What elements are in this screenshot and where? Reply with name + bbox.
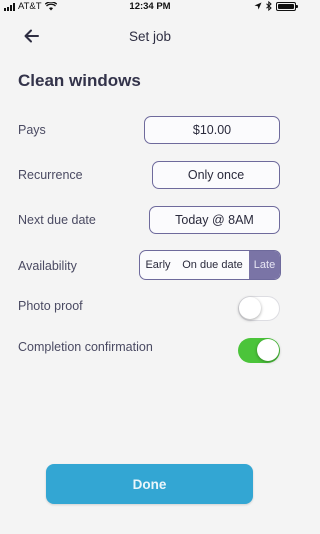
toggle-knob xyxy=(257,339,279,361)
next-due-picker[interactable]: Today @ 8AM xyxy=(149,206,280,234)
availability-option-late[interactable]: Late xyxy=(249,251,280,279)
status-right xyxy=(254,1,298,11)
completion-confirmation-label: Completion confirmation xyxy=(18,340,153,354)
availability-label: Availability xyxy=(18,259,77,273)
recurrence-value: Only once xyxy=(187,168,245,182)
recurrence-label: Recurrence xyxy=(18,168,83,182)
next-due-value: Today @ 8AM xyxy=(175,213,254,227)
toggle-knob xyxy=(239,297,261,319)
photo-proof-toggle[interactable] xyxy=(238,296,280,321)
availability-option-early[interactable]: Early xyxy=(140,251,176,279)
completion-confirmation-toggle[interactable] xyxy=(238,338,280,363)
next-due-label: Next due date xyxy=(18,213,96,227)
done-button[interactable]: Done xyxy=(46,464,253,504)
pays-input[interactable]: $10.00 xyxy=(144,116,280,144)
availability-option-on-due-date[interactable]: On due date xyxy=(176,251,249,279)
availability-segmented-control: Early On due date Late xyxy=(139,250,281,280)
recurrence-select[interactable]: Only once xyxy=(152,161,280,189)
job-title: Clean windows xyxy=(18,71,141,90)
battery-icon xyxy=(276,1,298,11)
page-title: Set job xyxy=(128,29,172,44)
status-bar: AT&T 12:34 PM xyxy=(0,0,300,14)
pays-label: Pays xyxy=(18,123,46,137)
pays-value: $10.00 xyxy=(192,123,232,137)
location-arrow-icon xyxy=(254,2,262,10)
photo-proof-label: Photo proof xyxy=(18,299,83,313)
bluetooth-icon xyxy=(266,1,272,11)
